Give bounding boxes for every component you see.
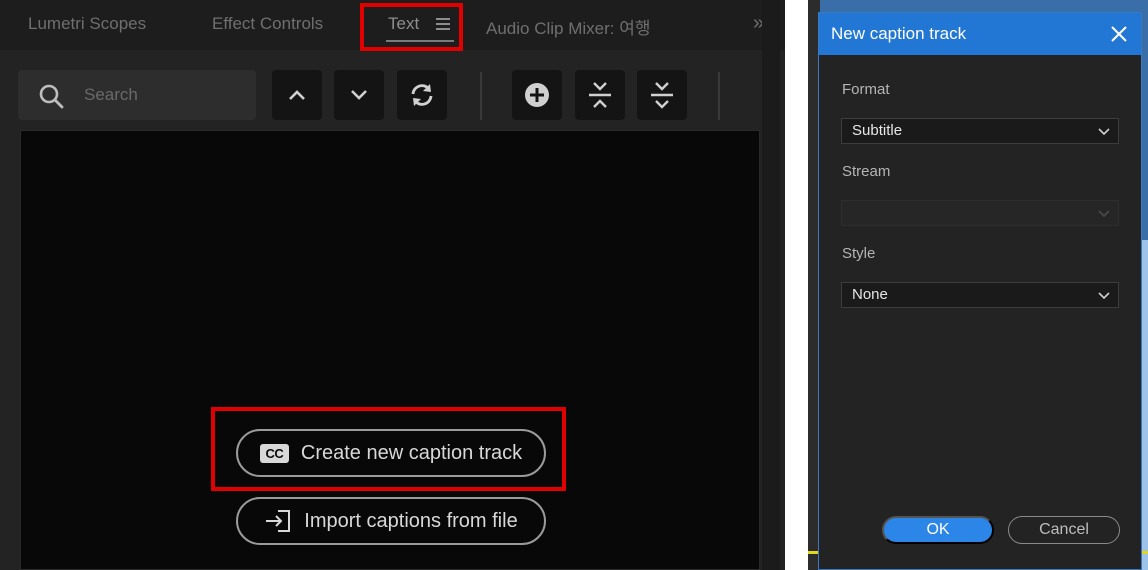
tab-lumetri-scopes[interactable]: Lumetri Scopes xyxy=(28,14,146,34)
chevron-down-icon xyxy=(1098,210,1110,218)
search-box xyxy=(18,70,256,120)
style-label: Style xyxy=(842,245,876,262)
highlight-box-text-tab xyxy=(360,3,463,51)
frame-edge xyxy=(1142,240,1148,570)
new-caption-track-dialog: New caption track Format Subtitle Stream… xyxy=(818,12,1142,570)
split-icon xyxy=(651,82,673,109)
toolbar-divider xyxy=(480,72,482,120)
panel-tabbar: Lumetri Scopes Effect Controls Text Audi… xyxy=(0,0,785,51)
format-select[interactable]: Subtitle xyxy=(841,118,1119,144)
highlight-box-create-button xyxy=(211,407,566,491)
import-icon xyxy=(266,510,291,532)
merge-captions-button[interactable] xyxy=(575,70,625,120)
split-caption-button[interactable] xyxy=(637,70,687,120)
format-label: Format xyxy=(842,81,890,98)
previous-caption-button[interactable] xyxy=(272,70,322,120)
format-value: Subtitle xyxy=(852,122,903,139)
search-icon xyxy=(39,84,64,109)
refresh-icon xyxy=(411,84,433,106)
search-input[interactable] xyxy=(84,83,244,107)
style-select[interactable]: None xyxy=(841,282,1119,308)
merge-icon xyxy=(589,82,611,108)
stream-label: Stream xyxy=(842,163,891,180)
dialog-title: New caption track xyxy=(831,24,967,43)
chevron-down-icon xyxy=(351,90,367,100)
text-toolbar xyxy=(0,62,785,130)
text-panel: Lumetri Scopes Effect Controls Text Audi… xyxy=(0,0,785,570)
add-caption-button[interactable] xyxy=(512,70,562,120)
panel-scrollbar[interactable] xyxy=(762,0,780,570)
tab-effect-controls[interactable]: Effect Controls xyxy=(212,14,323,34)
cancel-button[interactable]: Cancel xyxy=(1008,516,1120,544)
toolbar-divider xyxy=(718,72,720,120)
stream-select[interactable] xyxy=(841,200,1119,226)
ok-button[interactable]: OK xyxy=(882,516,994,544)
chevron-down-icon xyxy=(1098,292,1110,300)
tab-overflow-icon[interactable]: » xyxy=(753,12,764,35)
tab-audio-clip-mixer[interactable]: Audio Clip Mixer: 여행 xyxy=(486,14,651,39)
close-icon[interactable] xyxy=(1109,24,1129,44)
refresh-button[interactable] xyxy=(397,70,447,120)
chevron-down-icon xyxy=(1098,128,1110,136)
chevron-up-icon xyxy=(289,90,305,100)
dialog-titlebar: New caption track xyxy=(819,13,1141,55)
import-captions-label: Import captions from file xyxy=(304,509,518,532)
import-captions-button[interactable]: Import captions from file xyxy=(236,497,546,545)
plus-circle-icon xyxy=(525,83,549,107)
style-value: None xyxy=(852,286,888,303)
screenshot: Lumetri Scopes Effect Controls Text Audi… xyxy=(0,0,1148,570)
next-caption-button[interactable] xyxy=(334,70,384,120)
